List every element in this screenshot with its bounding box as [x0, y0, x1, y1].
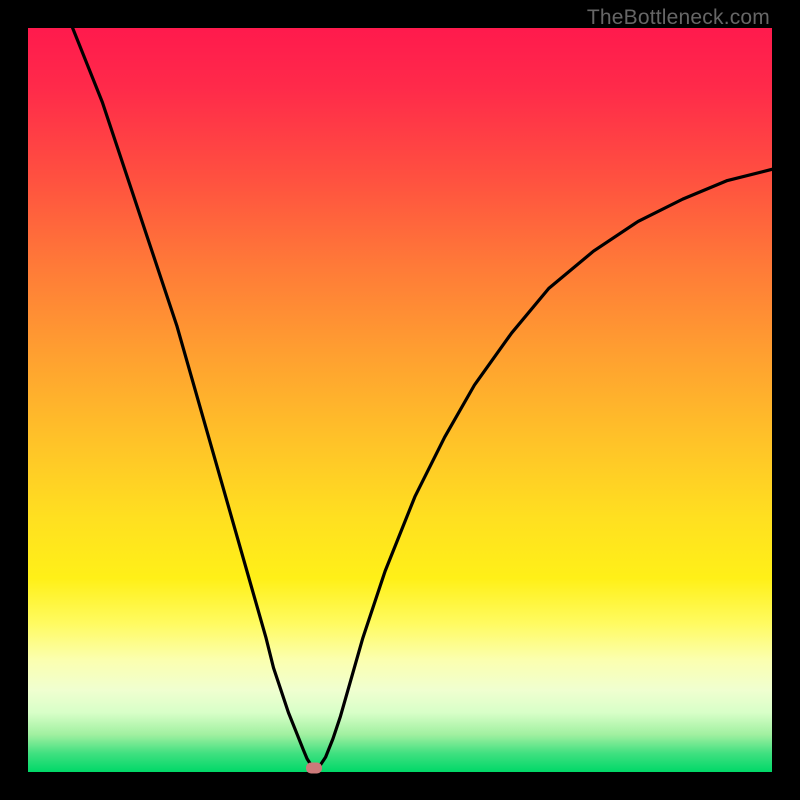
watermark-text: TheBottleneck.com [587, 6, 770, 30]
bottleneck-curve [73, 28, 772, 770]
plot-area [28, 28, 772, 772]
curve-svg [28, 28, 772, 772]
minimum-marker [306, 763, 322, 774]
